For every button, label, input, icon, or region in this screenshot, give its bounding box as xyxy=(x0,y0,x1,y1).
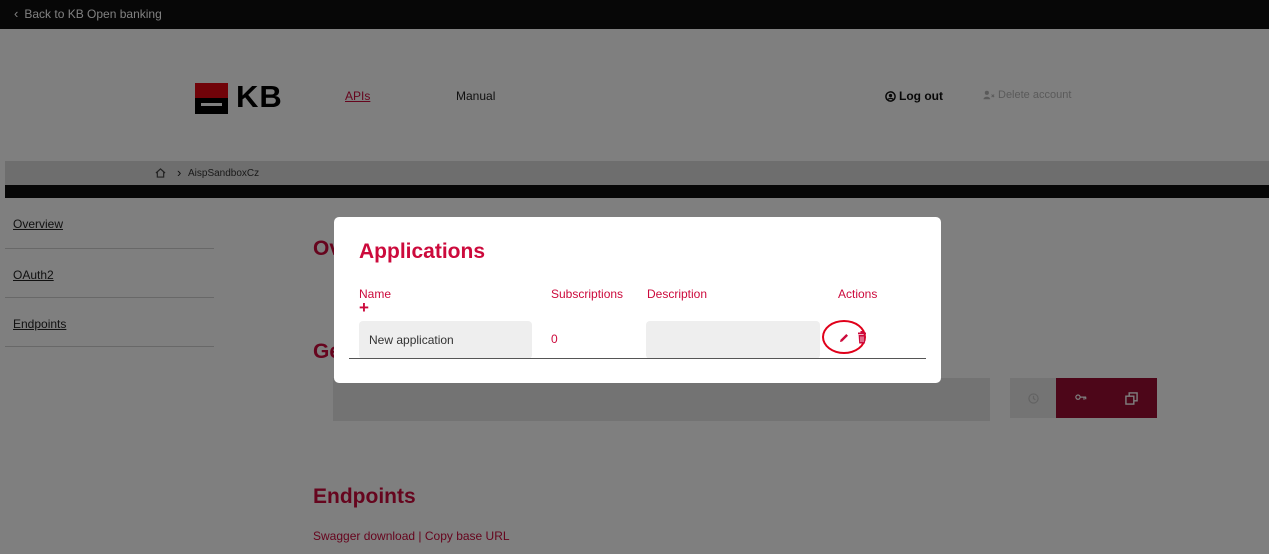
column-header-actions: Actions xyxy=(838,287,878,301)
subscriptions-count: 0 xyxy=(551,332,558,346)
column-header-subscriptions: Subscriptions xyxy=(551,287,624,301)
plus-icon[interactable]: + xyxy=(359,299,369,316)
trash-icon[interactable] xyxy=(856,331,868,344)
application-name-input[interactable] xyxy=(359,321,532,359)
application-description-input[interactable] xyxy=(646,321,820,359)
column-header-description: Description xyxy=(647,287,708,301)
pencil-icon[interactable] xyxy=(838,332,850,344)
modal-title: Applications xyxy=(359,240,486,263)
row-divider xyxy=(349,358,926,359)
